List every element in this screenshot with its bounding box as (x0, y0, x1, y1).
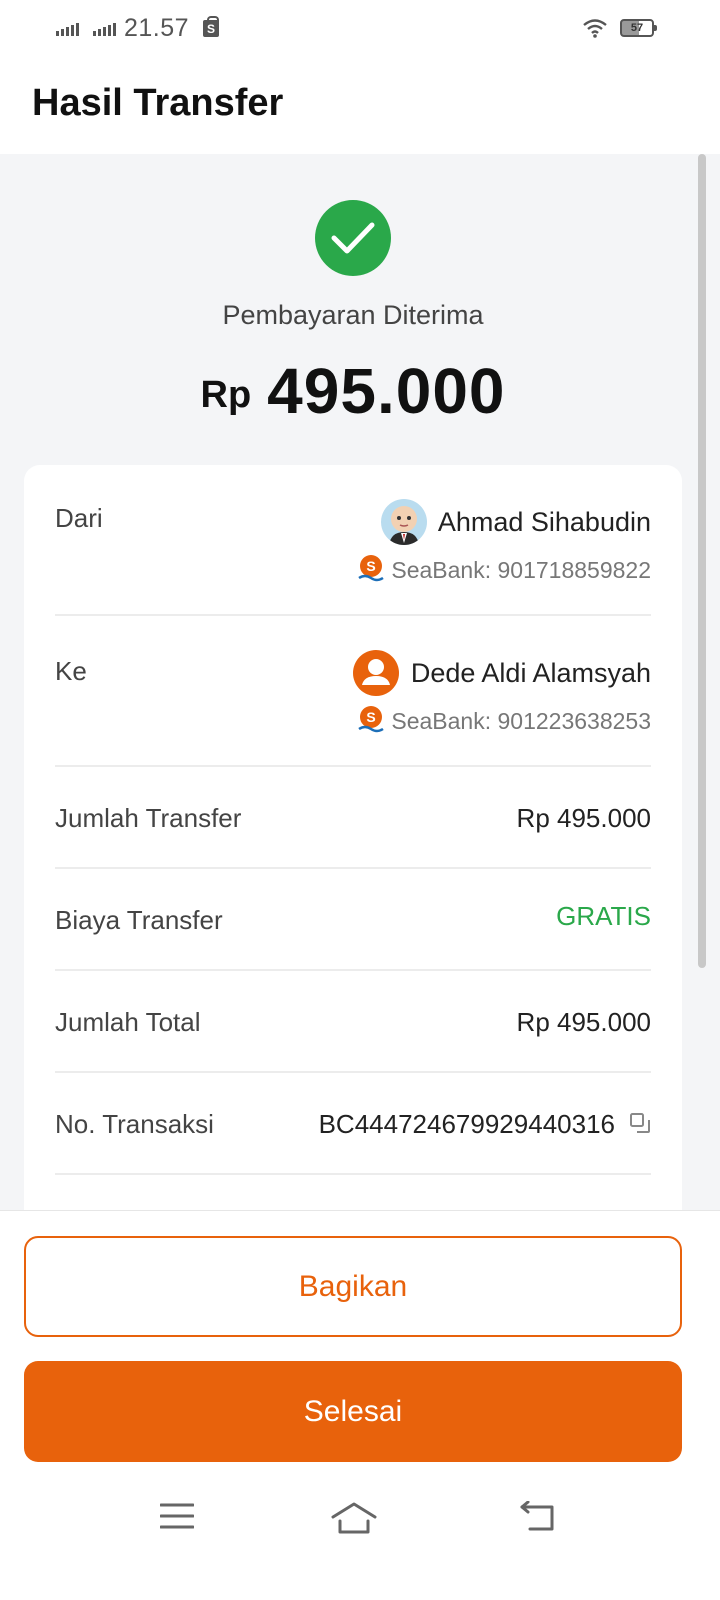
sender-avatar (381, 499, 427, 545)
svg-text:S: S (366, 709, 375, 725)
detail-label: No. Transaksi (55, 1109, 214, 1139)
amount-value: 495.000 (267, 355, 506, 427)
detail-row-transaction-id: No. Transaksi BC444724679929440316 (55, 1073, 651, 1175)
detail-row-transfer-amount: Jumlah Transfer Rp 495.000 (55, 767, 651, 869)
seabank-logo-icon: S (358, 706, 384, 733)
fee-badge: GRATIS (556, 901, 651, 931)
status-left: 21.57 S (56, 14, 220, 43)
transfer-result-content[interactable]: Pembayaran Diterima Rp 495.000 Dari Ahmad… (0, 154, 720, 1210)
transfer-details-card: Dari Ahmad Sihabudin S SeaBank: 90171885… (24, 465, 682, 1210)
sender-bank-account: SeaBank: 901718859822 (391, 557, 651, 583)
scrollbar[interactable] (698, 154, 706, 968)
detail-label: Jumlah Transfer (55, 803, 242, 833)
detail-value: Rp 495.000 (516, 1007, 651, 1037)
detail-label: Jumlah Total (55, 1007, 201, 1037)
signal-icon (93, 22, 116, 36)
recipient-name: Dede Aldi Alamsyah (410, 658, 651, 688)
back-icon[interactable] (520, 1501, 556, 1533)
from-label: Dari (55, 503, 103, 533)
status-bar: 21.57 S 57 (0, 0, 720, 56)
status-right: 57 (582, 18, 657, 38)
transaction-id-value: BC444724679929440316 (319, 1109, 651, 1140)
system-navigation-bar (0, 1501, 720, 1561)
transaction-id: BC444724679929440316 (318, 1109, 615, 1139)
wifi-icon (583, 19, 607, 38)
detail-row-transfer-fee: Biaya Transfer GRATIS (55, 869, 651, 971)
transfer-amount: Rp 495.000 (0, 354, 706, 428)
user-icon (353, 650, 399, 696)
status-time: 21.57 (124, 14, 190, 42)
battery-icon: 57 (620, 19, 657, 37)
detail-row-to: Ke Dede Aldi Alamsyah S SeaBank: 9012236… (55, 616, 651, 767)
footer-actions: Bagikan Selesai (0, 1210, 720, 1600)
home-icon[interactable] (330, 1501, 378, 1535)
svg-text:S: S (366, 558, 375, 574)
shopping-bag-icon: S (203, 16, 220, 37)
done-button[interactable]: Selesai (24, 1361, 682, 1462)
page-title: Hasil Transfer (32, 82, 284, 124)
app-header: Hasil Transfer (0, 56, 720, 154)
detail-label: Biaya Transfer (55, 905, 223, 935)
signal-icon (56, 22, 79, 36)
detail-row-total: Jumlah Total Rp 495.000 (55, 971, 651, 1073)
seabank-logo-icon: S (358, 555, 384, 582)
check-icon (315, 200, 391, 276)
payment-status: Pembayaran Diterima (222, 300, 484, 330)
sender-name: Ahmad Sihabudin (437, 507, 651, 537)
share-button[interactable]: Bagikan (24, 1236, 682, 1337)
recipient-bank-account: SeaBank: 901223638253 (391, 708, 651, 734)
detail-row-from: Dari Ahmad Sihabudin S SeaBank: 90171885… (55, 465, 651, 616)
menu-icon[interactable] (160, 1501, 194, 1531)
to-label: Ke (55, 656, 87, 686)
amount-currency: Rp (200, 374, 252, 416)
detail-value: Rp 495.000 (516, 803, 651, 833)
copy-icon[interactable] (629, 1112, 651, 1134)
